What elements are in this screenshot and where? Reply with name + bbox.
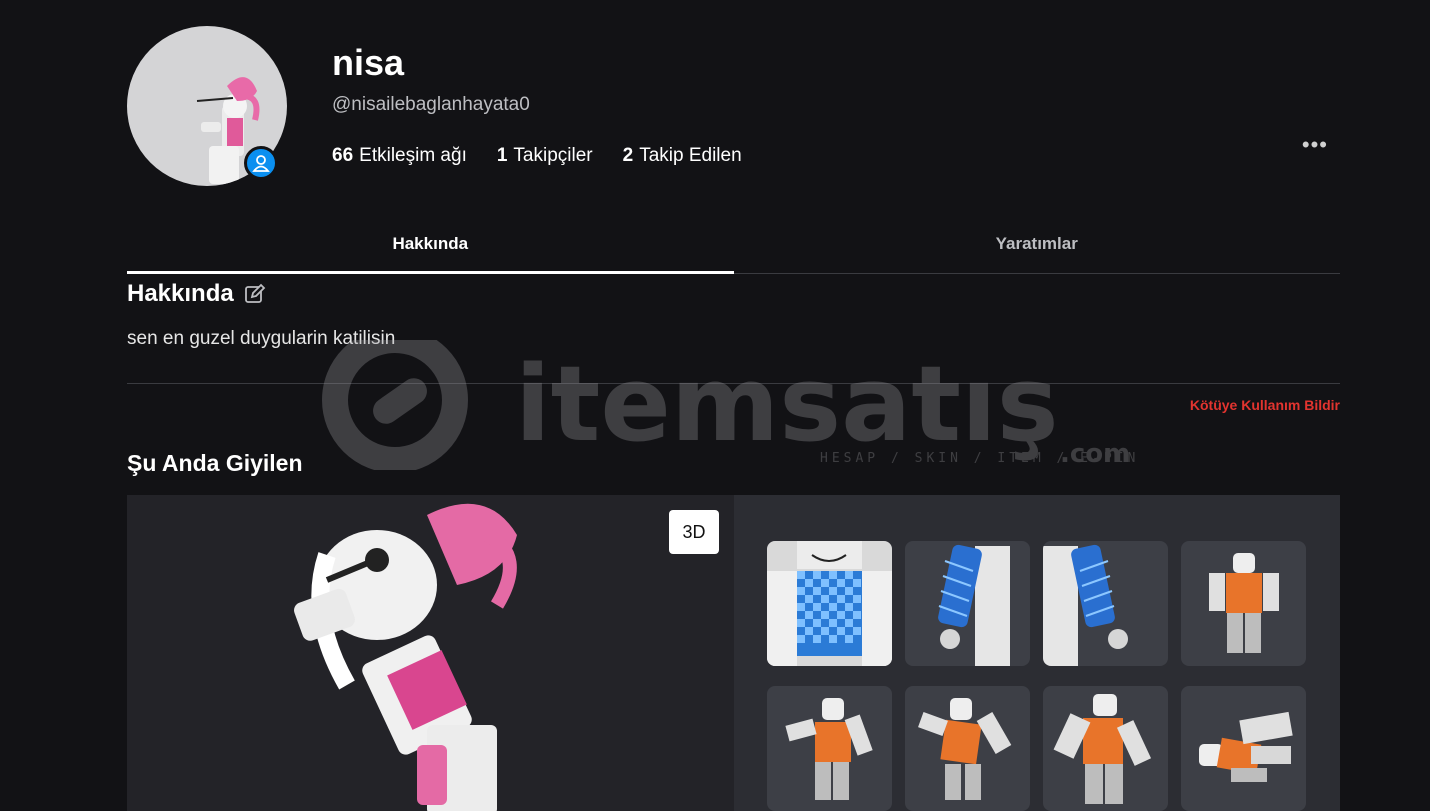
about-text: sen en guzel duygularin katilisin [127,328,396,349]
stat-label: Takipçiler [513,145,593,166]
toggle-3d-button[interactable]: 3D [669,510,719,554]
stat-count: 66 [332,145,354,166]
stat-connections[interactable]: 66 Etkileşim ağı [332,145,467,167]
profile-page: nisa @nisailebaglanhayata0 66 Etkileşim a… [127,0,1340,811]
wearing-items-grid [767,541,1306,811]
shirt-sleeve-right-icon [1043,544,1128,666]
shirt-checker-front-icon [767,541,892,666]
item-avatar-3[interactable] [905,686,1030,811]
about-heading: Hakkında [127,280,266,308]
report-abuse-link[interactable]: Kötüye Kullanım Bildir [1190,397,1340,413]
avatar-3d-figure-icon [294,503,517,811]
avatar-orange-pose-2-icon [785,698,873,800]
avatar-orange-pose-3-icon [918,698,1012,800]
item-sleeve-right[interactable] [1043,541,1168,666]
avatar-orange-pose-1-icon [1209,553,1279,653]
verified-user-badge [244,146,278,180]
stat-label: Etkileşim ağı [359,145,467,166]
username: @nisailebaglanhayata0 [332,94,530,115]
profile-tabs: Hakkında Yaratımlar [127,215,1340,274]
avatar-orange-pose-4-icon [1053,694,1152,804]
wearing-items-panel [734,495,1340,811]
currently-wearing-title: Şu Anda Giyilen [127,450,303,476]
item-avatar-4[interactable] [1043,686,1168,811]
tab-creations[interactable]: Yaratımlar [734,215,1341,273]
more-options-icon[interactable]: ••• [1302,132,1328,158]
item-avatar-5[interactable] [1181,686,1306,811]
item-sleeve-left[interactable] [905,541,1030,666]
item-shirt-front[interactable] [767,541,892,666]
about-title: Hakkında [127,280,234,307]
item-avatar-2[interactable] [767,686,892,811]
item-avatar-1[interactable] [1181,541,1306,666]
shirt-sleeve-left-icon [938,544,1010,666]
profile-stats: 66 Etkileşim ağı 1 Takipçiler 2 Takip Edile… [332,145,742,167]
user-icon [252,155,270,172]
tab-about[interactable]: Hakkında [127,215,734,274]
avatar-orange-pose-5-icon [1199,711,1293,782]
avatar-viewer[interactable]: 3D [127,495,734,811]
stat-count: 1 [496,145,508,166]
stat-following[interactable]: 2 Takip Edilen [623,145,742,167]
display-name: nisa [332,42,405,83]
edit-icon[interactable] [244,283,266,305]
stat-count: 2 [622,145,634,166]
divider [127,383,1340,384]
stat-followers[interactable]: 1 Takipçiler [497,145,593,167]
stat-label: Takip Edilen [639,145,742,166]
